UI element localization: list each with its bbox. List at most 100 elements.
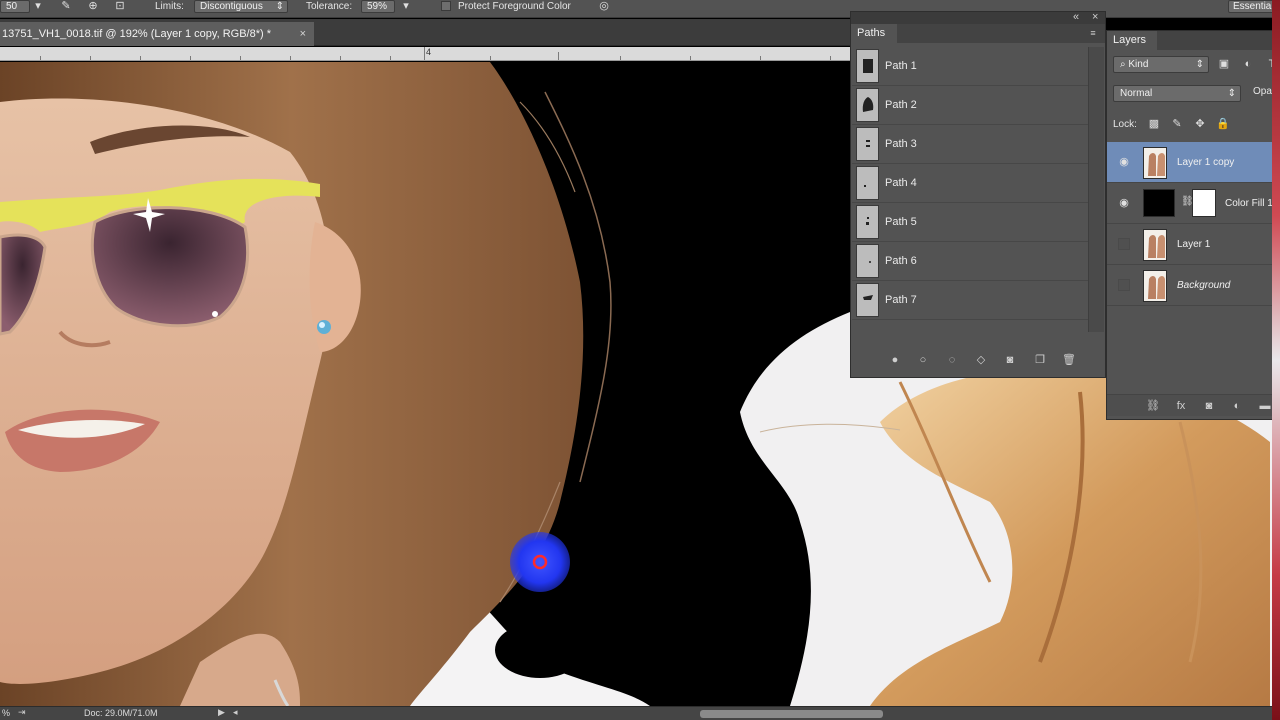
collapse-icon[interactable]: « <box>1073 12 1079 23</box>
document-tab-bar: 13751_VH1_0018.tif @ 192% (Layer 1 copy,… <box>0 19 850 46</box>
tab-layers[interactable]: Layers <box>1107 31 1157 50</box>
filter-adjustment-icon[interactable]: ◐ <box>1241 57 1255 71</box>
layer-thumbnail <box>1143 147 1167 179</box>
tolerance-label: Tolerance: <box>306 1 353 12</box>
eye-icon[interactable]: ◉ <box>1117 156 1131 168</box>
paths-panel: « × Paths ≡ Path 1 Path 2 Path 3 Path 4 … <box>850 11 1106 378</box>
tab-paths[interactable]: Paths <box>851 24 897 43</box>
layer-thumbnail <box>1143 270 1167 302</box>
layer-row-layer-1[interactable]: Layer 1 <box>1107 224 1279 265</box>
lock-position-icon[interactable]: ✥ <box>1193 117 1207 131</box>
path-thumbnail-icon <box>856 166 879 200</box>
mask-thumbnail <box>1192 189 1216 217</box>
layer-filter-select[interactable]: ⌕ Kind ⇕ <box>1113 56 1209 73</box>
blend-mode-select[interactable]: Normal ⇕ <box>1113 85 1241 102</box>
path-row-2[interactable]: Path 2 <box>852 86 1088 125</box>
status-menu-arrow-icon[interactable]: ▶ <box>218 707 225 718</box>
path-row-3[interactable]: Path 3 <box>852 125 1088 164</box>
path-row-1[interactable]: Path 1 <box>852 47 1088 86</box>
new-path-icon[interactable]: ❐ <box>1032 352 1048 368</box>
layers-title: Layers <box>1113 34 1147 46</box>
brush-size-field[interactable]: 50 <box>0 0 30 13</box>
paths-scrollbar[interactable] <box>1088 47 1104 332</box>
chevron-down-icon: ⇕ <box>1227 88 1236 99</box>
path-thumbnail-icon <box>856 205 879 239</box>
new-group-icon[interactable]: ▬ <box>1257 398 1273 414</box>
layer-name: Color Fill 1 <box>1225 198 1273 209</box>
paths-title: Paths <box>857 27 886 39</box>
fill-thumbnail <box>1143 189 1175 217</box>
layer-name: Background <box>1177 280 1231 291</box>
path-row-5[interactable]: Path 5 <box>852 203 1088 242</box>
layer-thumbnail <box>1143 229 1167 261</box>
sample-once-icon[interactable]: ⊕ <box>85 0 101 14</box>
horizontal-ruler[interactable]: 4 <box>0 47 850 61</box>
protect-fg-checkbox[interactable] <box>441 1 451 11</box>
layer-row-background[interactable]: Background <box>1107 265 1279 306</box>
eye-icon[interactable]: ◉ <box>1117 197 1131 209</box>
zoom-readout[interactable]: % <box>2 708 10 718</box>
limits-select[interactable]: Discontiguous ⇕ <box>194 0 288 13</box>
opacity-label: Opa <box>1253 86 1272 97</box>
background-window-edge <box>1272 0 1280 720</box>
close-icon[interactable]: × <box>300 22 306 46</box>
lock-image-icon[interactable]: ✎ <box>1170 117 1184 131</box>
adjustment-layer-icon[interactable]: ◐ <box>1229 398 1245 414</box>
path-row-6[interactable]: Path 6 <box>852 242 1088 281</box>
paths-panel-dragbar[interactable]: « × <box>851 12 1105 24</box>
pressure-icon[interactable]: ◎ <box>596 0 612 14</box>
panel-menu-icon[interactable]: ≡ <box>1087 29 1099 38</box>
load-selection-icon[interactable]: ◌ <box>944 352 960 368</box>
delete-path-icon[interactable]: 🗑 <box>1061 352 1077 368</box>
layers-footer: ⛓ fx ◙ ◐ ▬ <box>1107 394 1279 416</box>
path-row-7[interactable]: Path 7 <box>852 281 1088 320</box>
horizontal-scrollbar[interactable] <box>700 710 883 718</box>
layer-style-icon[interactable]: fx <box>1173 398 1189 414</box>
fill-path-icon[interactable]: ● <box>887 352 903 368</box>
path-label: Path 4 <box>885 177 917 189</box>
path-label: Path 7 <box>885 294 917 306</box>
export-icon[interactable]: ⇥ <box>18 707 26 718</box>
brush-size-value: 50 <box>6 1 18 12</box>
filter-image-icon[interactable]: ▣ <box>1217 57 1231 71</box>
chevron-down-icon: ⇕ <box>1195 59 1204 70</box>
blend-mode-value: Normal <box>1120 88 1153 99</box>
lock-all-icon[interactable]: 🔒 <box>1216 117 1230 131</box>
lock-transparent-icon[interactable]: ▩ <box>1147 117 1161 131</box>
layer-row-layer-1-copy[interactable]: ◉ Layer 1 copy <box>1107 142 1279 183</box>
limits-label: Limits: <box>155 1 184 12</box>
limits-value: Discontiguous <box>200 1 263 12</box>
sample-continuous-icon[interactable]: ✎ <box>58 0 74 14</box>
layer-row-color-fill-1[interactable]: ◉ ⛓ Color Fill 1 <box>1107 183 1279 224</box>
paths-footer: ● ○ ◌ ◇ ◙ ❐ 🗑 <box>851 349 1105 371</box>
scroll-left-icon[interactable]: ◂ <box>233 707 238 718</box>
lock-label: Lock: <box>1113 119 1137 130</box>
path-thumbnail-icon <box>856 88 879 122</box>
path-thumbnail-icon <box>856 127 879 161</box>
make-work-path-icon[interactable]: ◇ <box>973 352 989 368</box>
ruler-label: 4 <box>426 47 432 57</box>
brush-preset-arrow-icon[interactable]: ▾ <box>30 0 46 14</box>
path-label: Path 2 <box>885 99 917 111</box>
close-icon[interactable]: × <box>1092 12 1098 23</box>
document-tab[interactable]: 13751_VH1_0018.tif @ 192% (Layer 1 copy,… <box>0 22 314 46</box>
add-mask-icon[interactable]: ◙ <box>1201 398 1217 414</box>
doc-size: Doc: 29.0M/71.0M <box>84 708 158 718</box>
visibility-toggle[interactable] <box>1118 238 1130 250</box>
path-label: Path 3 <box>885 138 917 150</box>
path-label: Path 1 <box>885 60 917 72</box>
sample-swatch-icon[interactable]: ⊡ <box>112 0 128 14</box>
stroke-path-icon[interactable]: ○ <box>915 352 931 368</box>
tolerance-value: 59% <box>367 1 388 12</box>
document-title: 13751_VH1_0018.tif @ 192% (Layer 1 copy,… <box>2 28 272 40</box>
tolerance-field[interactable]: 59% <box>361 0 395 13</box>
tolerance-slider-icon[interactable]: ▾ <box>398 0 414 14</box>
visibility-toggle[interactable] <box>1118 279 1130 291</box>
protect-fg-label: Protect Foreground Color <box>458 1 571 12</box>
status-bar: % ⇥ Doc: 29.0M/71.0M ▶ ◂ <box>0 706 1280 720</box>
path-row-4[interactable]: Path 4 <box>852 164 1088 203</box>
add-mask-icon[interactable]: ◙ <box>1002 352 1018 368</box>
layer-name: Layer 1 copy <box>1177 157 1235 168</box>
link-layers-icon[interactable]: ⛓ <box>1145 398 1161 414</box>
filter-kind-value: Kind <box>1128 59 1149 70</box>
